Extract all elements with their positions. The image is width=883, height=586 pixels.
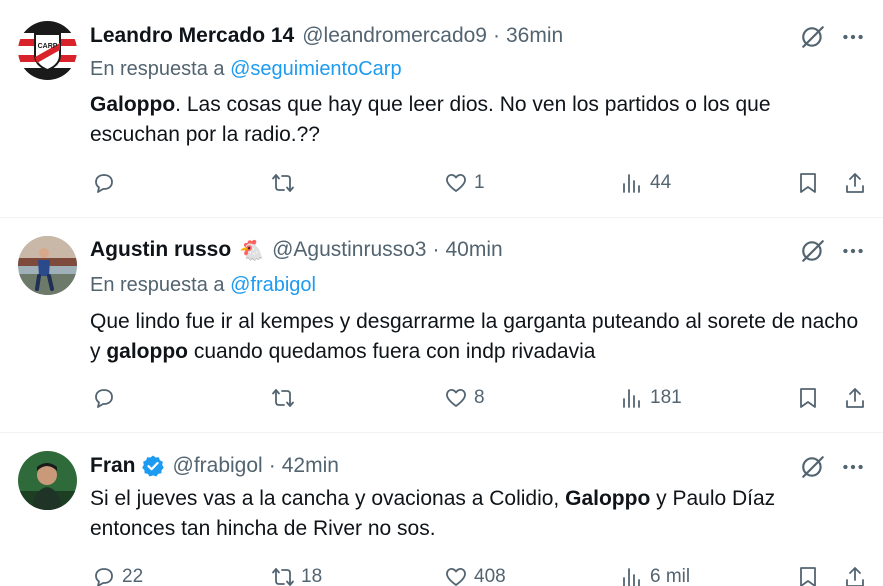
retweet-button[interactable] bbox=[271, 171, 301, 195]
retweet-icon bbox=[272, 174, 294, 192]
reply-context: En respuesta a @seguimientoCarp bbox=[90, 58, 402, 81]
avatar[interactable] bbox=[18, 236, 77, 295]
reply-prefix: En respuesta a bbox=[90, 58, 225, 80]
grok-icon[interactable] bbox=[800, 454, 826, 480]
tweet[interactable]: Fran @frabigol · 42min Si el jueves vas … bbox=[0, 433, 883, 586]
retweet-count: 18 bbox=[301, 566, 323, 586]
tweet-text-part: cuando quedamos fuera con indp rivadavia bbox=[188, 340, 596, 363]
tweet-text: Que lindo fue ir al kempes y desgarrarme… bbox=[90, 307, 870, 367]
share-button[interactable] bbox=[843, 171, 867, 195]
bookmark-icon bbox=[800, 173, 816, 193]
more-icon[interactable] bbox=[840, 454, 866, 480]
tweet[interactable]: CARP Leandro Mercado 14 @leandromercado9… bbox=[0, 0, 883, 218]
bookmark-button[interactable] bbox=[796, 565, 820, 586]
separator: · bbox=[268, 454, 276, 477]
bookmark-button[interactable] bbox=[796, 386, 820, 410]
share-icon bbox=[846, 388, 864, 408]
highlighted-term: galoppo bbox=[106, 340, 188, 363]
views-button[interactable]: 6 mil bbox=[620, 565, 690, 586]
view-count: 6 mil bbox=[650, 566, 691, 586]
tweet[interactable]: Agustin russo 🐔 @Agustinrusso3 · 40min E… bbox=[0, 218, 883, 433]
view-count: 181 bbox=[650, 387, 682, 408]
reply-icon bbox=[95, 389, 113, 408]
reply-button[interactable] bbox=[92, 386, 122, 410]
like-icon bbox=[446, 174, 466, 192]
tweet-text: Galoppo. Las cosas que hay que leer dios… bbox=[90, 90, 850, 150]
like-button[interactable]: 8 bbox=[444, 386, 485, 410]
more-icon[interactable] bbox=[840, 238, 866, 264]
reply-mention[interactable]: @seguimientoCarp bbox=[230, 58, 402, 80]
like-icon bbox=[446, 389, 466, 407]
more-icon[interactable] bbox=[840, 24, 866, 50]
reply-prefix: En respuesta a bbox=[90, 274, 225, 296]
grok-icon[interactable] bbox=[800, 24, 826, 50]
like-button[interactable]: 1 bbox=[444, 171, 485, 195]
reply-icon bbox=[95, 174, 113, 193]
like-icon bbox=[446, 568, 466, 586]
bookmark-icon bbox=[800, 388, 816, 408]
like-count: 408 bbox=[474, 566, 506, 586]
reply-mention[interactable]: @frabigol bbox=[230, 274, 316, 296]
views-icon bbox=[623, 174, 640, 193]
reply-context: En respuesta a @frabigol bbox=[90, 274, 316, 297]
highlighted-term: Galoppo bbox=[565, 487, 651, 510]
view-count: 44 bbox=[650, 172, 672, 193]
tweet-text: Si el jueves vas a la cancha y ovacionas… bbox=[90, 484, 835, 544]
user-handle[interactable]: @Agustinrusso3 bbox=[272, 238, 426, 262]
avatar[interactable] bbox=[18, 451, 77, 510]
retweet-button[interactable]: 18 bbox=[271, 565, 322, 586]
share-button[interactable] bbox=[843, 386, 867, 410]
retweet-icon bbox=[272, 568, 294, 586]
separator: · bbox=[432, 238, 440, 261]
like-count: 1 bbox=[474, 172, 485, 193]
share-icon bbox=[846, 173, 864, 193]
reply-count: 22 bbox=[122, 566, 144, 586]
river-plate-crest-icon: CARP bbox=[18, 21, 77, 80]
views-button[interactable]: 44 bbox=[620, 171, 671, 195]
retweet-icon bbox=[272, 389, 294, 407]
display-name[interactable]: Leandro Mercado 14 bbox=[90, 24, 294, 48]
display-name[interactable]: Agustin russo bbox=[90, 238, 231, 262]
bookmark-icon bbox=[800, 567, 816, 586]
tweet-text-part: Si el jueves vas a la cancha y ovacionas… bbox=[90, 487, 566, 510]
grok-icon[interactable] bbox=[800, 238, 826, 264]
user-handle[interactable]: @leandromercado9 bbox=[302, 24, 487, 48]
user-handle[interactable]: @frabigol bbox=[173, 454, 263, 478]
profile-photo-icon bbox=[18, 451, 77, 510]
share-icon bbox=[846, 567, 864, 586]
timestamp[interactable]: 40min bbox=[446, 238, 503, 262]
reply-button[interactable]: 22 bbox=[92, 565, 143, 586]
reply-button[interactable] bbox=[92, 171, 122, 195]
timestamp[interactable]: 36min bbox=[506, 24, 563, 48]
profile-photo-icon bbox=[18, 236, 77, 295]
reply-icon bbox=[95, 568, 113, 586]
views-icon bbox=[623, 568, 640, 586]
like-count: 8 bbox=[474, 387, 485, 408]
separator: · bbox=[493, 24, 500, 47]
tweet-text-part: . Las cosas que hay que leer dios. No ve… bbox=[90, 93, 771, 146]
verified-badge-icon bbox=[141, 454, 165, 478]
like-button[interactable]: 408 bbox=[444, 565, 506, 586]
avatar[interactable]: CARP bbox=[18, 21, 77, 80]
svg-text:CARP: CARP bbox=[38, 43, 58, 50]
display-name[interactable]: Fran bbox=[90, 454, 136, 478]
views-button[interactable]: 181 bbox=[620, 386, 682, 410]
highlighted-term: Galoppo bbox=[90, 93, 176, 116]
chicken-emoji: 🐔 bbox=[239, 239, 265, 262]
share-button[interactable] bbox=[843, 565, 867, 586]
timestamp[interactable]: 42min bbox=[282, 454, 339, 478]
bookmark-button[interactable] bbox=[796, 171, 820, 195]
views-icon bbox=[623, 389, 640, 408]
retweet-button[interactable] bbox=[271, 386, 301, 410]
